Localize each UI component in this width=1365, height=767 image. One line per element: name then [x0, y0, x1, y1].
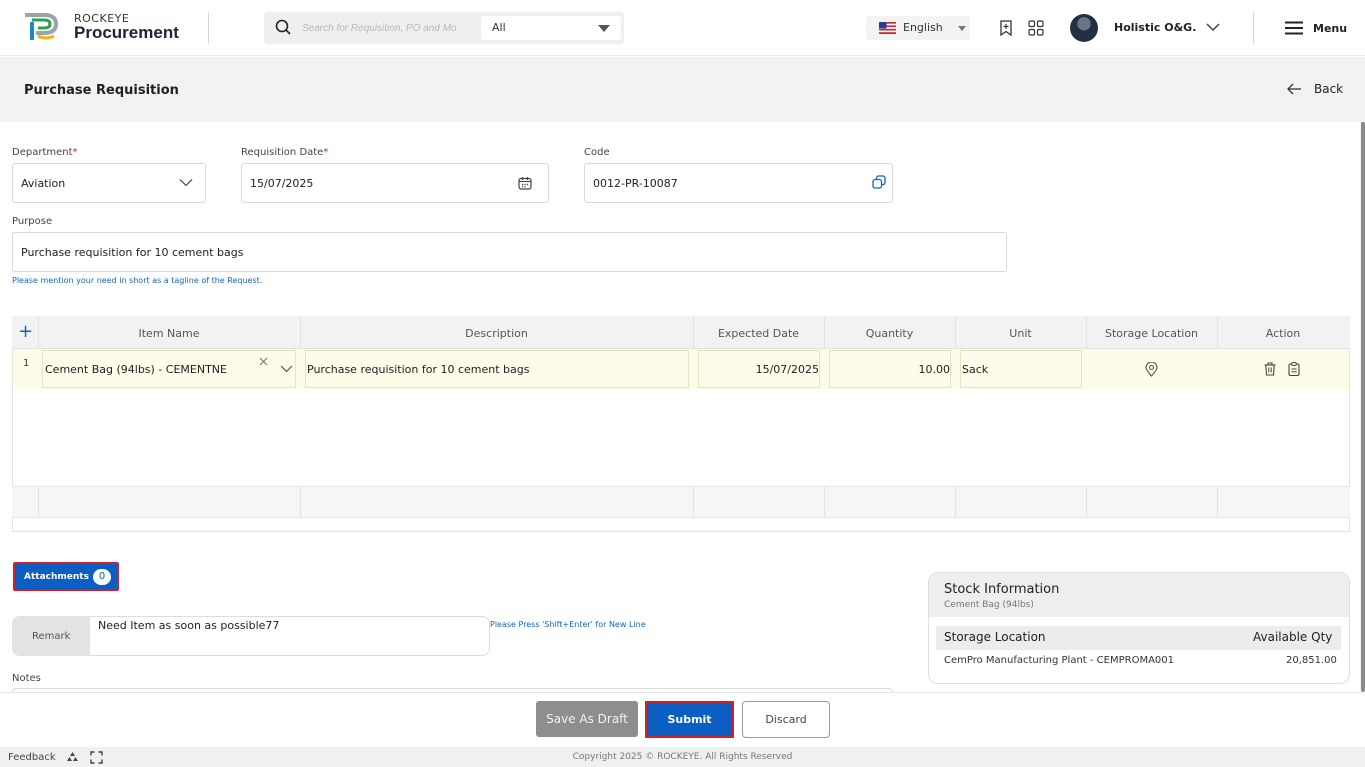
code-value: 0012-PR-10087: [593, 177, 678, 190]
remark-hint: Please Press 'Shift+Enter' for New Line: [490, 620, 646, 629]
divider: [208, 12, 209, 44]
purpose-hint: Please mention your need in short as a t…: [12, 276, 263, 285]
attachments-label: Attachments: [24, 572, 89, 582]
page-title: Purchase Requisition: [24, 83, 179, 98]
divider: [824, 486, 825, 518]
column-header-unit[interactable]: Unit: [955, 327, 1086, 340]
code-label: Code: [584, 147, 610, 158]
row-index: 1: [23, 358, 30, 369]
copy-icon[interactable]: [872, 175, 886, 189]
discard-button[interactable]: Discard: [742, 701, 830, 738]
stock-column-qty: Available Qty: [1253, 630, 1333, 644]
chevron-down-icon[interactable]: [179, 178, 193, 187]
location-pin-icon[interactable]: [1145, 362, 1158, 377]
scrollbar-thumb[interactable]: [1361, 122, 1365, 692]
clipboard-icon[interactable]: [1288, 362, 1300, 376]
column-header-action[interactable]: Action: [1217, 327, 1349, 340]
column-header-item-name[interactable]: Item Name: [38, 327, 300, 340]
item-name-value: Cement Bag (94lbs) - CEMENTNE: [45, 363, 227, 376]
arrow-left-icon[interactable]: [1287, 83, 1302, 95]
search-icon[interactable]: [275, 19, 291, 35]
purpose-value: Purchase requisition for 10 cement bags: [21, 246, 244, 259]
page-header: [0, 57, 1365, 122]
stock-column-location: Storage Location: [944, 630, 1046, 644]
divider: [955, 486, 956, 518]
stock-title: Stock Information: [944, 582, 1060, 597]
apps-grid-icon[interactable]: [1028, 20, 1044, 36]
divider: [38, 486, 39, 518]
back-button[interactable]: Back: [1314, 82, 1343, 96]
rockeye-logo-icon[interactable]: [22, 12, 62, 42]
trash-icon[interactable]: [1264, 362, 1276, 376]
bookmark-icon[interactable]: [999, 20, 1013, 36]
copyright-text: Copyright 2025 © ROCKEYE. All Rights Res…: [572, 752, 793, 762]
expected-date-value: 15/07/2025: [755, 363, 819, 376]
column-header-storage-location[interactable]: Storage Location: [1086, 327, 1217, 340]
purpose-label: Purpose: [12, 216, 53, 227]
menu-button[interactable]: Menu: [1313, 22, 1347, 35]
caret-down-icon: [598, 25, 610, 32]
brand-name-product: Procurement: [74, 23, 179, 42]
column-header-quantity[interactable]: Quantity: [824, 327, 955, 340]
remark-value: Need Item as soon as possible77: [98, 619, 280, 632]
divider: [1086, 486, 1087, 518]
grid-summary-row: [12, 486, 1350, 518]
description-value: Purchase requisition for 10 cement bags: [307, 363, 530, 376]
divider: [693, 486, 694, 518]
unit-value: Sack: [962, 363, 989, 376]
stock-row-qty: 20,851.00: [1286, 655, 1337, 666]
save-as-draft-button[interactable]: Save As Draft: [536, 701, 638, 737]
submit-button[interactable]: Submit: [645, 701, 734, 738]
avatar[interactable]: [1070, 14, 1098, 42]
language-label: English: [903, 21, 943, 34]
column-header-description[interactable]: Description: [300, 327, 693, 340]
column-header-expected-date[interactable]: Expected Date: [693, 327, 824, 340]
requisition-date-label: Requisition Date*: [241, 147, 329, 158]
search-input[interactable]: [302, 18, 472, 38]
divider: [300, 486, 301, 518]
attachments-count-badge: 0: [93, 569, 111, 585]
clear-icon[interactable]: [259, 357, 268, 366]
chevron-down-icon[interactable]: [1206, 22, 1220, 32]
department-label: Department*: [12, 147, 78, 158]
remark-label: Remark: [32, 631, 71, 642]
add-row-icon[interactable]: +: [18, 322, 33, 342]
notes-label: Notes: [12, 673, 41, 684]
chevron-down-icon[interactable]: [280, 365, 293, 373]
us-flag-icon: [879, 22, 896, 34]
department-value: Aviation: [21, 177, 66, 190]
requisition-date-value: 15/07/2025: [250, 177, 314, 190]
divider: [1253, 12, 1254, 44]
search-filter-value: All: [492, 21, 506, 34]
user-name[interactable]: Holistic O&G.: [1114, 21, 1196, 34]
hamburger-menu-icon[interactable]: [1285, 21, 1303, 35]
stock-row-location: CemPro Manufacturing Plant - CEMPROMA001: [944, 655, 1175, 666]
quantity-value: 10.00: [918, 363, 951, 376]
caret-down-icon: [958, 26, 966, 31]
stock-subtitle: Cement Bag (94lbs): [944, 600, 1034, 610]
calendar-icon[interactable]: [518, 176, 532, 190]
divider: [1217, 486, 1218, 518]
